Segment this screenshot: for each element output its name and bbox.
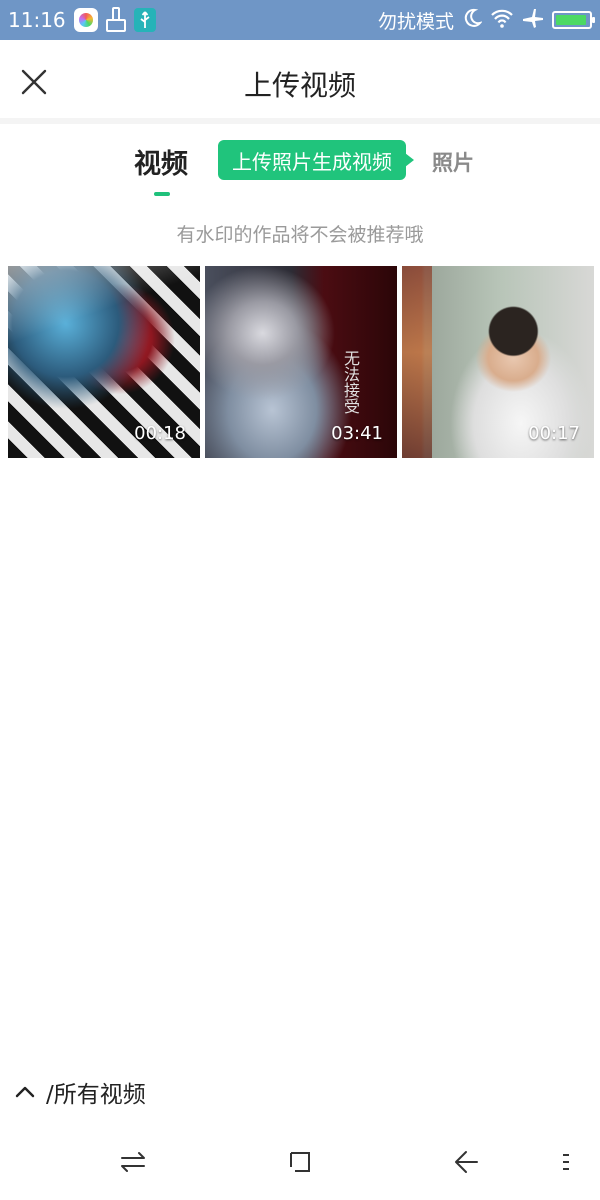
media-tabs: 视频 上传照片生成视频 照片 xyxy=(0,130,600,210)
album-label: /所有视频 xyxy=(46,1082,146,1108)
home-button[interactable] xyxy=(282,1144,318,1180)
dnd-label: 勿扰模式 xyxy=(377,10,454,33)
watermark-notice: 有水印的作品将不会被推荐哦 xyxy=(176,224,424,246)
video-duration: 00:18 xyxy=(134,423,186,444)
video-grid: 00:18 无法接受 03:41 00:17 xyxy=(8,266,596,458)
video-thumbnail[interactable]: 00:17 xyxy=(402,266,594,458)
page-title: 上传视频 xyxy=(243,69,356,102)
battery-level xyxy=(556,15,587,25)
battery-icon xyxy=(552,11,595,29)
video-thumbnail[interactable]: 无法接受 03:41 xyxy=(205,266,397,458)
brush-icon xyxy=(104,7,128,33)
app-notification-icon xyxy=(73,8,98,32)
video-poster-text: 无法接受 xyxy=(341,350,360,414)
status-time: 11:16 xyxy=(8,8,66,32)
wifi-icon xyxy=(490,8,514,33)
recent-apps-button[interactable] xyxy=(115,1144,151,1180)
video-thumbnail[interactable]: 00:18 xyxy=(8,266,200,458)
video-duration: 03:41 xyxy=(331,423,383,444)
promo-bubble[interactable]: 上传照片生成视频 xyxy=(218,140,414,180)
back-button[interactable] xyxy=(448,1144,484,1180)
status-right-group: 勿扰模式 xyxy=(377,7,595,34)
moon-icon xyxy=(462,8,483,33)
status-bar: 11:16 勿扰模式 xyxy=(0,0,600,40)
home-icon xyxy=(290,1152,310,1172)
header: 上传视频 xyxy=(0,40,600,124)
tab-photo[interactable]: 照片 xyxy=(432,147,474,177)
back-icon xyxy=(455,1151,478,1173)
menu-icon xyxy=(563,1154,569,1170)
menu-button[interactable] xyxy=(548,1144,584,1180)
tab-active-indicator xyxy=(154,192,170,196)
recent-apps-icon xyxy=(121,1152,145,1172)
navigation-bar xyxy=(0,1124,600,1200)
usb-icon xyxy=(133,8,156,32)
album-selector[interactable]: /所有视频 xyxy=(14,1074,146,1110)
video-duration: 00:17 xyxy=(528,423,580,444)
chevron-up-icon xyxy=(15,1086,35,1098)
airplane-icon xyxy=(522,7,544,34)
tab-video[interactable]: 视频 xyxy=(134,142,188,181)
